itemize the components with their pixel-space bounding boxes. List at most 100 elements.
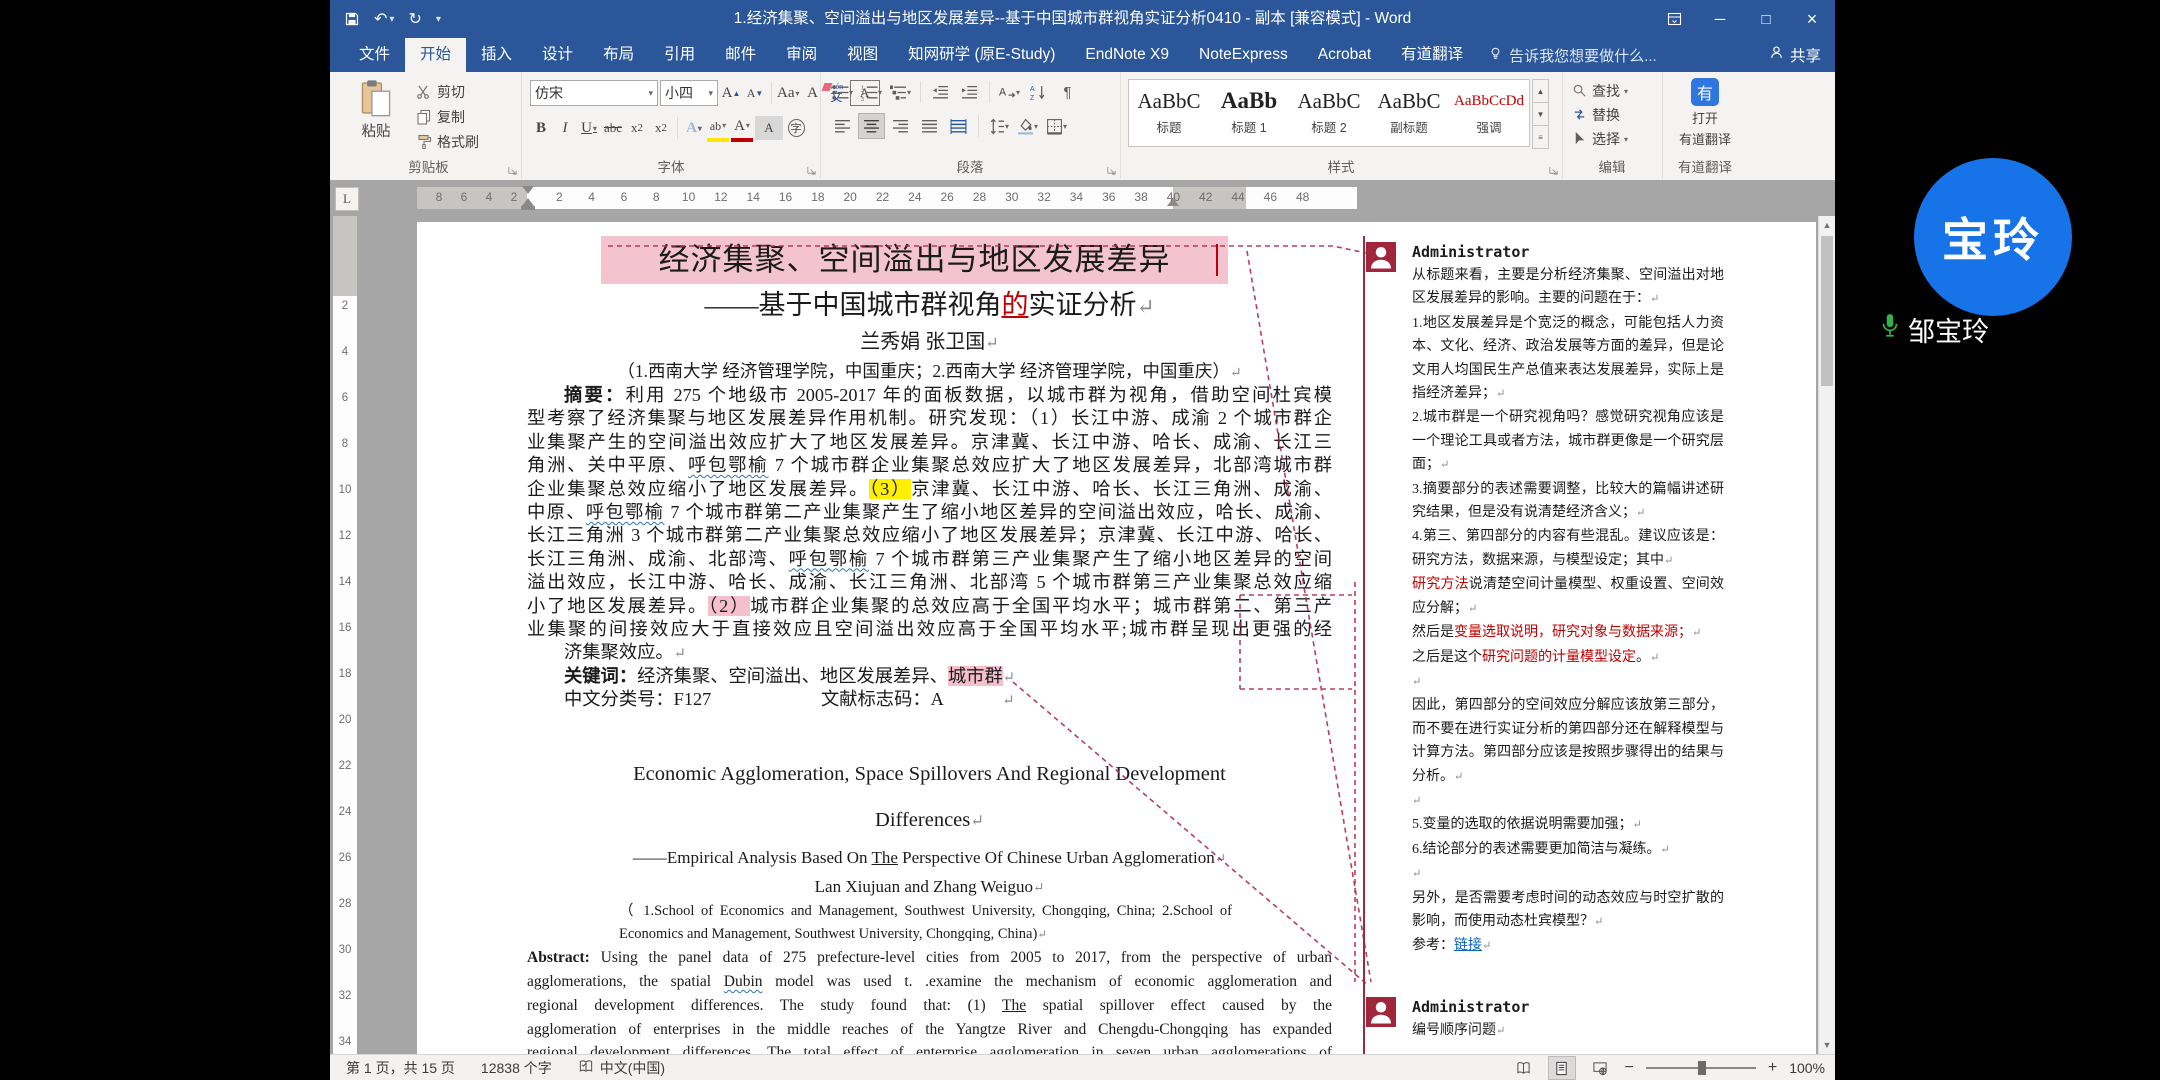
web-layout-icon[interactable]: [1587, 1057, 1613, 1079]
tab-selector[interactable]: L: [335, 187, 359, 211]
undo-icon[interactable]: ↶▾: [374, 9, 394, 29]
hanging-indent-marker[interactable]: [522, 198, 534, 206]
style-item[interactable]: AaBbC标题: [1129, 80, 1209, 146]
style-item[interactable]: AaBbCcDd强调: [1449, 80, 1529, 146]
open-youdao-button[interactable]: 有 打开 有道翻译: [1662, 78, 1748, 148]
tab-insert[interactable]: 插入: [466, 38, 527, 72]
paste-button[interactable]: 粘贴: [348, 79, 404, 141]
tab-references[interactable]: 引用: [649, 38, 710, 72]
bold-button[interactable]: B: [530, 116, 552, 140]
find-button[interactable]: 查找▾: [1572, 81, 1628, 101]
copy-button[interactable]: 复制: [416, 107, 465, 127]
character-shading-icon[interactable]: A: [755, 116, 783, 140]
print-layout-icon[interactable]: [1549, 1057, 1575, 1079]
line-spacing-icon[interactable]: ▾: [986, 114, 1011, 138]
tab-acrobat[interactable]: Acrobat: [1303, 38, 1386, 72]
font-size-select[interactable]: 小四▾: [660, 80, 718, 106]
tab-endnote[interactable]: EndNote X9: [1070, 38, 1184, 72]
shading-icon[interactable]: ▾: [1015, 114, 1040, 138]
tab-noteexpress[interactable]: NoteExpress: [1184, 38, 1303, 72]
font-color-icon[interactable]: A▾: [731, 114, 753, 142]
tab-mailings[interactable]: 邮件: [710, 38, 771, 72]
select-button[interactable]: 选择▾: [1572, 129, 1628, 149]
customize-qat-icon[interactable]: ▾: [436, 14, 441, 25]
align-center-icon[interactable]: [859, 114, 884, 138]
scroll-up-icon[interactable]: ▲: [1819, 216, 1835, 234]
first-line-indent-marker[interactable]: [522, 186, 534, 194]
italic-button[interactable]: I: [554, 116, 576, 140]
scroll-down-icon[interactable]: ▼: [1819, 1036, 1835, 1054]
vertical-scrollbar[interactable]: ▲ ▼: [1818, 216, 1835, 1054]
save-icon[interactable]: [344, 11, 360, 27]
align-left-icon[interactable]: [830, 114, 855, 138]
numbering-icon[interactable]: 123▾: [859, 80, 884, 104]
grow-font-button[interactable]: A▲: [720, 81, 742, 105]
styles-scroll-up-icon[interactable]: ▲: [1532, 79, 1549, 103]
styles-scroll-down-icon[interactable]: ▼: [1532, 103, 1549, 126]
language-indicator[interactable]: 中文(中国): [578, 1058, 665, 1078]
zoom-out-button[interactable]: −: [1625, 1059, 1634, 1077]
comment-link[interactable]: 链接: [1454, 938, 1482, 953]
zoom-slider-thumb[interactable]: [1698, 1061, 1706, 1075]
vertical-ruler[interactable]: 246810121416182022242628303234: [333, 216, 357, 1054]
read-mode-icon[interactable]: [1511, 1057, 1537, 1079]
document-page[interactable]: 经济集聚、空间溢出与地区发展差异——基于中国城市群视角的实证分析↵兰秀娟 张卫国…: [417, 222, 1816, 1054]
share-button[interactable]: 共享: [1769, 38, 1821, 72]
distribute-icon[interactable]: [946, 114, 971, 138]
tab-view[interactable]: 视图: [832, 38, 893, 72]
zoom-slider[interactable]: [1646, 1067, 1756, 1069]
decrease-indent-icon[interactable]: [928, 80, 953, 104]
align-right-icon[interactable]: [888, 114, 913, 138]
font-name-select[interactable]: 仿宋▾: [530, 80, 658, 106]
justify-icon[interactable]: [917, 114, 942, 138]
underline-button[interactable]: U▾: [578, 116, 600, 140]
close-button[interactable]: ×: [1789, 0, 1835, 38]
superscript-button[interactable]: x2: [650, 116, 672, 140]
horizontal-ruler[interactable]: 8642246810121416182022242628303234363840…: [417, 187, 1357, 209]
tab-layout[interactable]: 布局: [588, 38, 649, 72]
multilevel-list-icon[interactable]: ▾: [888, 80, 913, 104]
tell-me-box[interactable]: 告诉我您想要做什么...: [1488, 38, 1657, 72]
left-indent-marker[interactable]: [521, 206, 535, 210]
tab-home[interactable]: 开始: [405, 38, 466, 72]
style-item[interactable]: AaBbC副标题: [1369, 80, 1449, 146]
text-highlight-icon[interactable]: ab▾: [707, 114, 729, 142]
text-effects-icon[interactable]: A▾: [683, 116, 705, 140]
increase-indent-icon[interactable]: [957, 80, 982, 104]
tab-review[interactable]: 审阅: [771, 38, 832, 72]
redo-icon[interactable]: ↻: [408, 9, 421, 29]
style-item[interactable]: AaBb标题 1: [1209, 80, 1289, 146]
word-count[interactable]: 12838 个字: [481, 1058, 552, 1078]
style-item[interactable]: AaBbC标题 2: [1289, 80, 1369, 146]
sort-icon[interactable]: AZ: [1026, 80, 1051, 104]
comment[interactable]: Administrator从标题来看，主要是分析经济集聚、空间溢出对地区发展差异…: [1366, 240, 1732, 959]
paragraph-dialog-launcher-icon[interactable]: [1106, 163, 1117, 174]
format-painter-button[interactable]: 格式刷: [416, 132, 479, 152]
enclose-characters-icon[interactable]: 字: [785, 116, 807, 140]
tab-design[interactable]: 设计: [527, 38, 588, 72]
styles-more-icon[interactable]: ≡: [1532, 126, 1549, 149]
show-hide-pilcrow-icon[interactable]: ¶: [1055, 80, 1080, 104]
tab-youdao[interactable]: 有道翻译: [1386, 38, 1478, 72]
styles-dialog-launcher-icon[interactable]: [1548, 163, 1559, 174]
comment[interactable]: Administrator编号顺序问题↵: [1366, 995, 1732, 1043]
zoom-level[interactable]: 100%: [1789, 1060, 1825, 1076]
strikethrough-button[interactable]: abc: [602, 116, 624, 140]
shrink-font-button[interactable]: A▼: [744, 81, 766, 105]
zoom-in-button[interactable]: +: [1768, 1059, 1777, 1077]
maximize-button[interactable]: □: [1743, 0, 1789, 38]
subscript-button[interactable]: x2: [626, 116, 648, 140]
replace-button[interactable]: 替换: [1572, 105, 1620, 125]
minimize-button[interactable]: ─: [1697, 0, 1743, 38]
font-dialog-launcher-icon[interactable]: [806, 163, 817, 174]
ribbon-display-options-icon[interactable]: [1651, 0, 1697, 38]
tab-cnki[interactable]: 知网研学 (原E-Study): [893, 38, 1070, 72]
borders-icon[interactable]: ▾: [1044, 114, 1069, 138]
scrollbar-thumb[interactable]: [1821, 236, 1833, 386]
page-indicator[interactable]: 第 1 页，共 15 页: [346, 1058, 455, 1078]
cut-button[interactable]: 剪切: [416, 82, 465, 102]
tab-file[interactable]: 文件: [344, 38, 405, 72]
asian-layout-icon[interactable]: A▾: [997, 80, 1022, 104]
change-case-button[interactable]: Aa▾: [777, 81, 800, 105]
clipboard-dialog-launcher-icon[interactable]: [507, 163, 518, 174]
